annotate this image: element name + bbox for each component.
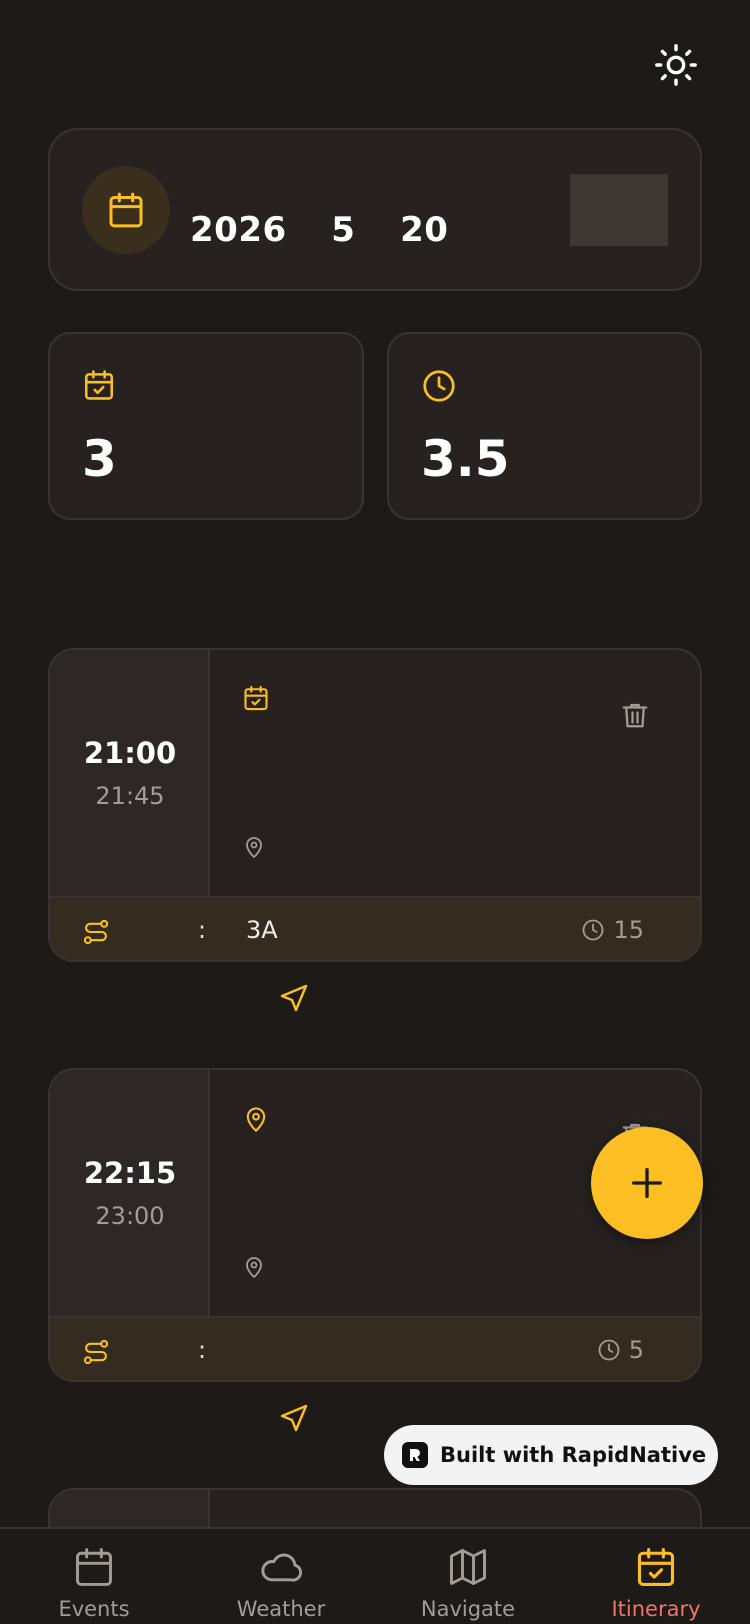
stat-value-hours: 3.5 bbox=[421, 430, 510, 488]
trash-icon bbox=[622, 703, 648, 728]
date-thumbnail bbox=[570, 174, 668, 246]
tab-label: Weather bbox=[236, 1597, 326, 1621]
tab-label: Navigate bbox=[420, 1597, 516, 1621]
rapidnative-logo-icon bbox=[402, 1442, 428, 1468]
selected-date: 2026 5 20 bbox=[190, 210, 449, 250]
plus-icon bbox=[632, 1168, 662, 1198]
stat-card-hours: 3.5 bbox=[387, 332, 702, 520]
tab-label: Events bbox=[58, 1597, 130, 1621]
tab-navigate[interactable]: Navigate bbox=[374, 1529, 562, 1624]
sun-icon bbox=[655, 44, 697, 86]
time-column: 22:15 23:00 bbox=[50, 1070, 210, 1316]
route-icon bbox=[83, 1339, 109, 1365]
navigation-arrow-icon bbox=[280, 984, 308, 1012]
route-icon bbox=[83, 919, 109, 945]
duration-value: 15 bbox=[613, 916, 644, 944]
delete-button[interactable] bbox=[620, 700, 650, 730]
cloud-icon bbox=[261, 1553, 303, 1582]
theme-toggle-button[interactable] bbox=[651, 40, 701, 90]
transit-colon: : bbox=[198, 916, 207, 944]
navigation-arrow-icon bbox=[280, 1404, 308, 1432]
tab-weather[interactable]: Weather bbox=[187, 1529, 375, 1624]
badge-text: Built with RapidNative bbox=[440, 1443, 707, 1467]
navigate-button[interactable] bbox=[278, 982, 310, 1014]
calendar-icon bbox=[76, 1548, 112, 1586]
map-pin-icon bbox=[246, 1107, 266, 1132]
clock-icon bbox=[598, 1339, 620, 1361]
transit-line: 3A bbox=[246, 916, 278, 944]
built-with-badge[interactable]: Built with RapidNative bbox=[384, 1425, 718, 1485]
transit-footer: : 5 bbox=[50, 1316, 700, 1380]
tab-events[interactable]: Events bbox=[0, 1529, 188, 1624]
calendar-check-icon bbox=[637, 1548, 675, 1586]
map-pin-icon bbox=[246, 837, 262, 858]
clock-icon bbox=[583, 919, 604, 941]
stat-card-events: 3 bbox=[48, 332, 364, 520]
add-item-button[interactable] bbox=[591, 1127, 703, 1239]
date-icon-circle bbox=[82, 166, 170, 254]
tab-itinerary[interactable]: Itinerary bbox=[562, 1529, 750, 1624]
itinerary-card[interactable]: 22:15 23:00 : 5 bbox=[48, 1068, 702, 1382]
tab-label: Itinerary bbox=[611, 1597, 701, 1621]
itinerary-card[interactable]: 21:00 21:45 : 3A 15 bbox=[48, 648, 702, 962]
bottom-tab-bar: Events Weather Navigate Itinerary bbox=[0, 1527, 750, 1624]
transit-colon: : bbox=[198, 1336, 207, 1364]
time-column: 21:00 21:45 bbox=[50, 650, 210, 896]
navigate-button[interactable] bbox=[278, 1402, 310, 1434]
start-time: 22:15 bbox=[83, 1156, 177, 1190]
duration-value: 5 bbox=[628, 1336, 644, 1364]
date-card[interactable]: 2026 5 20 bbox=[48, 128, 702, 291]
calendar-check-icon bbox=[84, 370, 114, 400]
calendar-icon bbox=[109, 192, 143, 228]
end-time: 23:00 bbox=[95, 1202, 165, 1230]
stat-value-events: 3 bbox=[82, 430, 117, 488]
transit-footer: : 3A 15 bbox=[50, 896, 700, 960]
map-pin-icon bbox=[246, 1257, 262, 1278]
start-time: 21:00 bbox=[83, 736, 177, 770]
end-time: 21:45 bbox=[95, 782, 165, 810]
calendar-check-icon bbox=[244, 685, 268, 711]
clock-icon bbox=[423, 370, 455, 402]
transit-duration: 5 bbox=[597, 1336, 644, 1364]
transit-duration: 15 bbox=[581, 916, 644, 944]
map-icon bbox=[450, 1549, 486, 1585]
